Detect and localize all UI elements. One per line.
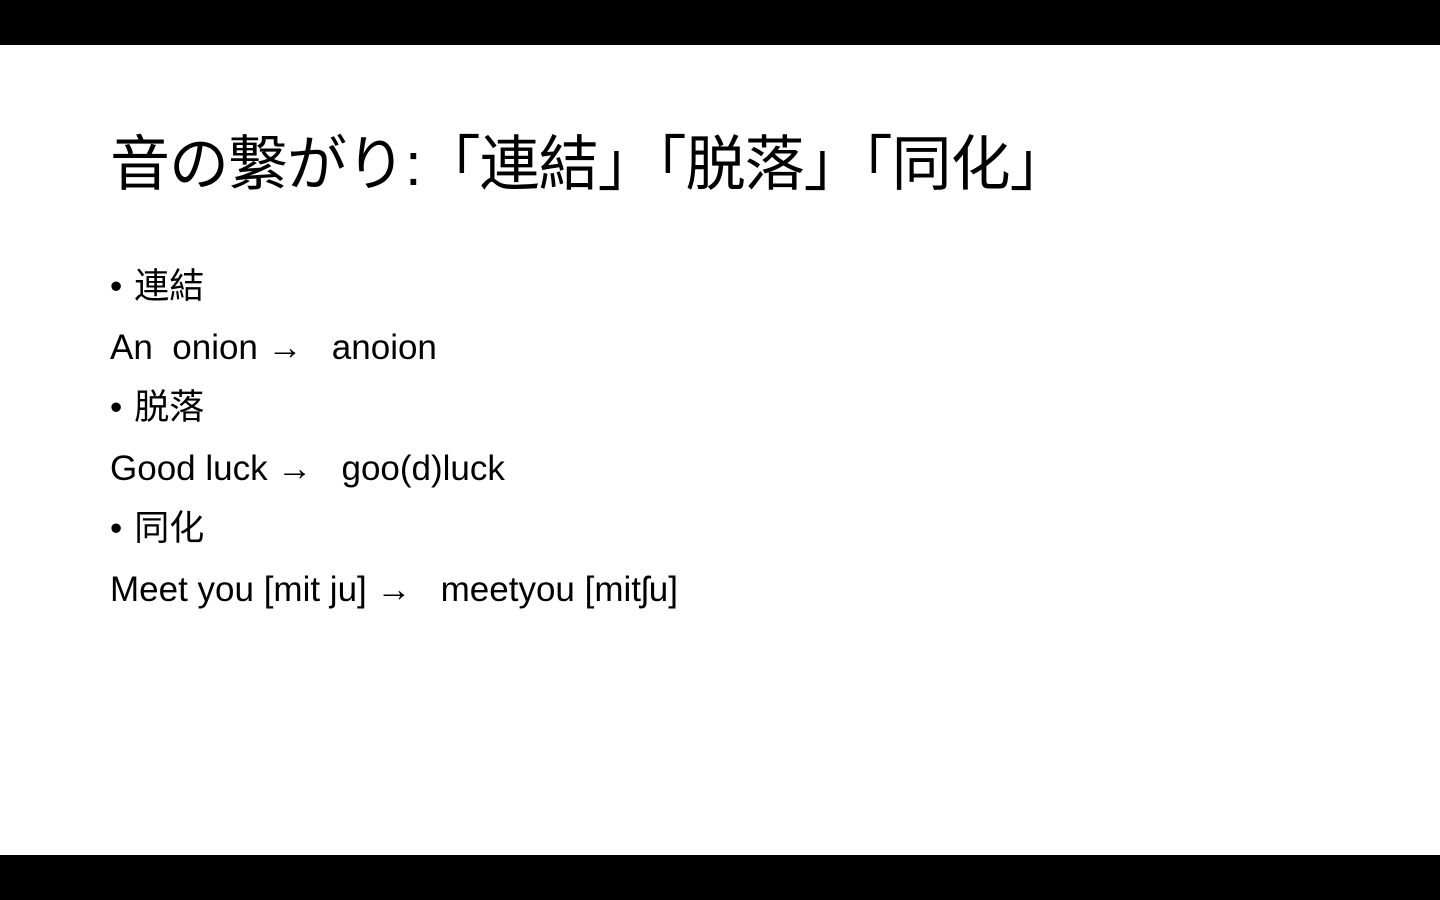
bullet-marker: • — [110, 388, 123, 427]
example-line: Meet you [mit ju] → meetyou [mitʃu] — [110, 570, 678, 609]
bullet-marker: • — [110, 509, 123, 548]
bullet-item: • 同化 — [110, 507, 204, 551]
example-line: An onion → anoion — [110, 328, 437, 367]
letterbox-bottom — [0, 855, 1440, 900]
example-line: Good luck → goo(d)luck — [110, 449, 505, 488]
letterbox-top — [0, 0, 1440, 45]
bullet-heading: 同化 — [134, 509, 205, 548]
bullet-heading: 連結 — [134, 267, 205, 306]
slide: 音の繋がり:「連結」「脱落」「同化」 • 連結 An onion → anoion… — [0, 45, 1440, 855]
bullet-item: • 脱落 — [110, 386, 204, 430]
bullet-heading: 脱落 — [134, 388, 205, 427]
slide-title: 音の繋がり:「連結」「脱落」「同化」 — [110, 131, 1070, 198]
bullet-item: • 連結 — [110, 265, 204, 309]
bullet-marker: • — [110, 267, 123, 306]
